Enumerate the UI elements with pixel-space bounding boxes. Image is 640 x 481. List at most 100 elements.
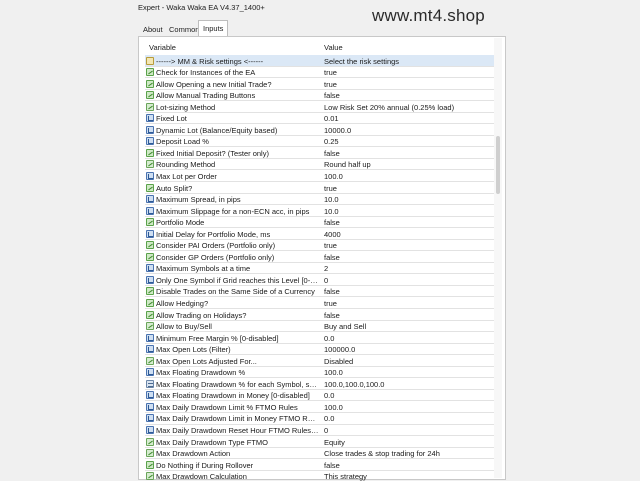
variable-value[interactable]: false (324, 461, 494, 470)
variable-value[interactable]: 100.0 (324, 368, 494, 377)
table-body: ------> MM & Risk settings <------ Select… (145, 55, 496, 481)
variable-value[interactable]: false (324, 149, 494, 158)
table-row[interactable]: Max Daily Drawdown Limit % FTMO Rules 100… (145, 401, 496, 413)
bool-icon (146, 252, 154, 261)
variable-name: Max Floating Drawdown in Money [0-disabl… (156, 391, 310, 401)
variable-value[interactable]: Close trades & stop trading for 24h (324, 449, 494, 458)
table-row[interactable]: Maximum Slippage for a non-ECN acc, in p… (145, 205, 496, 217)
variable-value[interactable]: false (324, 311, 494, 320)
vertical-scrollbar[interactable] (494, 38, 502, 478)
table-row[interactable]: Only One Symbol if Grid reaches this Lev… (145, 274, 496, 286)
table-row[interactable]: Maximum Symbols at a time 2 (145, 263, 496, 275)
number-icon (146, 114, 154, 123)
table-header: Variable Value (145, 39, 496, 55)
variable-value[interactable]: 0.0 (324, 334, 494, 343)
variable-value[interactable]: Disabled (324, 357, 494, 366)
variable-value[interactable]: 2 (324, 264, 494, 273)
tab-inputs[interactable]: Inputs (198, 20, 229, 36)
table-row[interactable]: Lot-sizing Method Low Risk Set 20% annual… (145, 101, 496, 113)
variable-value[interactable]: 0.0 (324, 391, 494, 400)
number-icon (146, 275, 154, 284)
variable-value[interactable]: Select the risk settings (324, 57, 494, 66)
variable-name: Dynamic Lot (Balance/Equity based) (156, 125, 278, 135)
variable-value[interactable]: Low Risk Set 20% annual (0.25% load) (324, 103, 494, 112)
variable-value[interactable]: 10000.0 (324, 126, 494, 135)
table-row[interactable]: Allow Trading on Holidays? false (145, 309, 496, 321)
variable-value[interactable]: true (324, 184, 494, 193)
table-row[interactable]: Fixed Lot 0.01 (145, 113, 496, 125)
variable-value[interactable]: false (324, 218, 494, 227)
variable-value[interactable]: 100000.0 (324, 345, 494, 354)
table-row[interactable]: Max Floating Drawdown % 100.0 (145, 367, 496, 379)
variable-value[interactable]: true (324, 241, 494, 250)
table-row[interactable]: Do Nothing if During Rollover false (145, 459, 496, 471)
variable-value[interactable]: 4000 (324, 230, 494, 239)
table-row[interactable]: Allow Hedging? true (145, 297, 496, 310)
table-row[interactable]: Minimum Free Margin % [0-disabled] 0.0 (145, 332, 496, 344)
title-bar: Expert - Waka Waka EA V4.37_1400+ (0, 0, 640, 18)
table-row[interactable]: Consider PAI Orders (Portfolio only) true (145, 240, 496, 252)
variable-value[interactable]: true (324, 80, 494, 89)
variable-name: Maximum Slippage for a non-ECN acc, in p… (156, 206, 310, 216)
variable-value[interactable]: false (324, 253, 494, 262)
variable-value[interactable]: 0.0 (324, 414, 494, 423)
table-row[interactable]: ------> MM & Risk settings <------ Select… (145, 55, 496, 67)
variable-value[interactable]: Buy and Sell (324, 322, 494, 331)
table-row[interactable]: Deposit Load % 0.25 (145, 136, 496, 148)
table-row[interactable]: Max Daily Drawdown Type FTMO Equity (145, 436, 496, 448)
table-row[interactable]: Initial Delay for Portfolio Mode, ms 4000 (145, 228, 496, 240)
variable-value[interactable]: 0 (324, 276, 494, 285)
watermark: www.mt4.shop (372, 6, 485, 25)
table-row[interactable]: Max Floating Drawdown % for each Symbol,… (145, 378, 496, 390)
variable-value[interactable]: 10.0 (324, 207, 494, 216)
table-row[interactable]: Fixed Initial Deposit? (Tester only) fals… (145, 147, 496, 159)
variable-value[interactable]: Round half up (324, 160, 494, 169)
variable-value[interactable]: Equity (324, 438, 494, 447)
table-row[interactable]: Max Daily Drawdown Limit in Money FTMO R… (145, 413, 496, 425)
table-row[interactable]: Max Drawdown Action Close trades & stop t… (145, 448, 496, 460)
enum-icon (146, 472, 154, 481)
table-row[interactable]: Max Open Lots Adjusted For... Disabled (145, 355, 496, 367)
variable-name: Allow Opening a new Initial Trade? (156, 79, 272, 89)
table-row[interactable]: Max Lot per Order 100.0 (145, 170, 496, 183)
variable-value[interactable]: 0 (324, 426, 494, 435)
variable-value[interactable]: true (324, 68, 494, 77)
variable-value[interactable]: 0.25 (324, 137, 494, 146)
number-icon (146, 229, 154, 238)
variable-name: Allow to Buy/Sell (156, 322, 212, 332)
variable-value[interactable]: 10.0 (324, 195, 494, 204)
table-row[interactable]: Auto Split? true (145, 182, 496, 194)
table-row[interactable]: Portfolio Mode false (145, 217, 496, 229)
variable-value[interactable]: 100.0 (324, 172, 494, 181)
table-row[interactable]: Allow to Buy/Sell Buy and Sell (145, 321, 496, 333)
column-header-variable[interactable]: Variable (149, 43, 176, 52)
variable-name: Do Nothing if During Rollover (156, 460, 254, 470)
bool-icon (146, 218, 154, 227)
variable-value[interactable]: 100.0 (324, 403, 494, 412)
variable-value[interactable]: 100.0,100.0,100.0 (324, 380, 494, 389)
variable-name: ------> MM & Risk settings <------ (156, 56, 264, 66)
table-row[interactable]: Max Open Lots (Filter) 100000.0 (145, 344, 496, 356)
table-row[interactable]: Consider GP Orders (Portfolio only) false (145, 251, 496, 263)
table-row[interactable]: Allow Manual Trading Buttons false (145, 90, 496, 102)
number-icon (146, 125, 154, 134)
table-row[interactable]: Max Floating Drawdown in Money [0-disabl… (145, 390, 496, 402)
variable-value[interactable]: true (324, 299, 494, 308)
table-row[interactable]: Rounding Method Round half up (145, 159, 496, 171)
number-icon (146, 137, 154, 146)
table-row[interactable]: Max Daily Drawdown Reset Hour FTMO Rules… (145, 425, 496, 437)
variable-value[interactable]: 0.01 (324, 114, 494, 123)
table-row[interactable]: Dynamic Lot (Balance/Equity based) 10000.… (145, 124, 496, 136)
table-row[interactable]: Check for Instances of the EA true (145, 67, 496, 79)
table-row[interactable]: Max Drawdown Calculation This strategy (145, 471, 496, 481)
variable-name: Max Floating Drawdown % for each Symbol,… (156, 379, 319, 389)
variable-name: Max Open Lots (Filter) (156, 345, 231, 355)
scrollbar-thumb[interactable] (496, 136, 500, 194)
variable-value[interactable]: false (324, 287, 494, 296)
table-row[interactable]: Maximum Spread, in pips 10.0 (145, 194, 496, 206)
table-row[interactable]: Allow Opening a new Initial Trade? true (145, 78, 496, 90)
variable-value[interactable]: false (324, 91, 494, 100)
number-icon (146, 426, 154, 434)
column-header-value[interactable]: Value (324, 43, 343, 52)
table-row[interactable]: Disable Trades on the Same Side of a Cur… (145, 286, 496, 298)
